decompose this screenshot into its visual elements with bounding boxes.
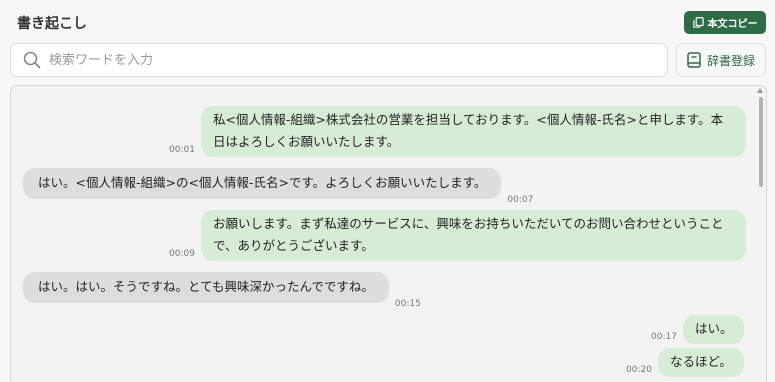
dictionary-register-label: 辞書登録 [706,53,755,68]
search-input[interactable] [49,52,629,68]
search-icon [23,51,41,69]
chat-message: 00:17 はい。 [651,315,745,344]
message-time: 00:20 [626,365,652,375]
chat-bubble: はい。 [682,315,745,344]
copy-text-label: 本文コピー [707,19,758,30]
chat-message: はい。はい。そうですね。とても興味深かったんでですね。 00:15 [23,272,421,309]
chat-bubble: はい。<個人情報-組織>の<個人情報-氏名>です。よろしくお願いいたします。 [23,168,502,199]
copy-text-button[interactable]: 本文コピー [684,11,766,34]
message-time: 00:09 [169,249,195,259]
chat-message: はい。<個人情報-組織>の<個人情報-氏名>です。よろしくお願いいたします。 0… [23,168,533,205]
scroll-up-arrow-icon[interactable] [757,88,763,93]
dictionary-register-button[interactable]: 辞書登録 [676,43,766,77]
chat-message: 00:09 お願いします。まず私達のサービスに、興味をお持ちいただいてのお問い合… [169,210,746,261]
chat-bubble: お願いします。まず私達のサービスに、興味をお持ちいただいてのお問い合わせというこ… [200,210,746,261]
book-icon [687,52,701,68]
chat-message: 00:01 私<個人情報-組織>株式会社の営業を担当しております。<個人情報-氏… [169,106,746,157]
search-field[interactable] [10,43,668,77]
copy-icon [692,17,704,28]
message-time: 00:15 [394,299,421,309]
transcript-panel: 00:01 私<個人情報-組織>株式会社の営業を担当しております。<個人情報-氏… [10,85,767,382]
page-title: 書き起こし [17,16,87,32]
message-time: 00:17 [651,332,677,342]
chat-bubble: なるほど。 [657,348,744,377]
chat-message: 00:20 なるほど。 [626,348,744,377]
chat-bubble: 私<個人情報-組織>株式会社の営業を担当しております。<個人情報-氏名>と申しま… [200,106,746,157]
scrollbar-thumb[interactable] [759,97,763,187]
chat-bubble: はい。はい。そうですね。とても興味深かったんでですね。 [23,272,389,303]
message-time: 00:07 [507,195,534,205]
message-time: 00:01 [169,145,195,155]
